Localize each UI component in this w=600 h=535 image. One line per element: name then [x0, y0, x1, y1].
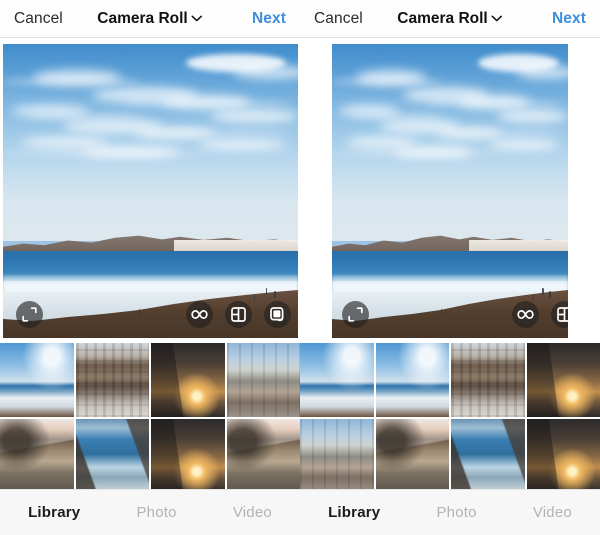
- photo-person: [532, 293, 535, 301]
- instagram-picker-comparison: Cancel Camera Roll Next Library Photo Video Ca…: [0, 0, 600, 535]
- cloud-shape: [209, 108, 298, 123]
- thumbnail-sunset[interactable]: [151, 343, 225, 417]
- expand-icon[interactable]: [16, 301, 43, 328]
- cloud-streak: [144, 130, 293, 134]
- cloud-streak: [332, 79, 441, 84]
- tab-photo[interactable]: Photo: [136, 504, 176, 521]
- cloud-shape: [497, 108, 568, 123]
- thumbnail-house[interactable]: [226, 418, 300, 492]
- thumbnail-beach[interactable]: [375, 343, 449, 417]
- thumbnail-image: [526, 418, 600, 492]
- thumbnail-image: [451, 343, 525, 417]
- hero-preview-area: [300, 38, 600, 338]
- photo-sky: [332, 44, 568, 241]
- thumbnail-sunset[interactable]: [526, 418, 600, 492]
- chevron-down-icon: [491, 15, 503, 22]
- thumbnail-image: [0, 418, 74, 492]
- next-button[interactable]: Next: [252, 10, 286, 28]
- cloud-streak: [445, 130, 564, 134]
- thumbnail-sunset[interactable]: [151, 418, 225, 492]
- photo-person: [265, 288, 268, 296]
- thumbnail-image: [151, 343, 225, 417]
- thumbnail-house[interactable]: [375, 418, 449, 492]
- cloud-streak: [26, 114, 145, 119]
- thumbnail-building[interactable]: [75, 343, 149, 417]
- hero-preview-area: [0, 38, 300, 338]
- source-tabbar: Library Photo Video: [0, 489, 300, 535]
- thumbnail-image: [451, 418, 525, 492]
- thumbnail-image: [526, 343, 600, 417]
- thumbnail-grid: [300, 338, 600, 492]
- cancel-button[interactable]: Cancel: [14, 10, 63, 28]
- next-button[interactable]: Next: [552, 10, 586, 28]
- photo-person: [549, 290, 551, 298]
- expand-icon[interactable]: [342, 301, 369, 328]
- thumbnail-image: [300, 343, 374, 417]
- layout-grid-icon[interactable]: [225, 301, 252, 328]
- photo-person: [274, 290, 276, 298]
- thumbnail-beach[interactable]: [300, 343, 374, 417]
- album-selector[interactable]: Camera Roll: [397, 9, 503, 28]
- cloud-streak: [350, 114, 446, 119]
- cloud-streak: [426, 101, 564, 106]
- cloud-streak: [3, 152, 210, 156]
- selected-photo[interactable]: [332, 44, 568, 338]
- cloud-streak: [3, 79, 139, 84]
- navbar: Cancel Camera Roll Next: [300, 0, 600, 38]
- photo-person: [542, 288, 544, 296]
- tab-video[interactable]: Video: [233, 504, 272, 521]
- cloud-streak: [121, 101, 293, 106]
- multi-select-icon[interactable]: [264, 301, 291, 328]
- thumbnail-image: [300, 418, 374, 492]
- album-title-label: Camera Roll: [97, 9, 188, 27]
- cancel-button[interactable]: Cancel: [314, 10, 363, 28]
- thumbnail-coast[interactable]: [451, 418, 525, 492]
- navbar: Cancel Camera Roll Next: [0, 0, 300, 38]
- chevron-down-icon: [191, 15, 203, 22]
- thumbnail-image: [375, 418, 449, 492]
- thumbnail-image: [226, 343, 300, 417]
- thumbnail-image: [226, 418, 300, 492]
- source-tabbar: Library Photo Video: [300, 489, 600, 535]
- cloud-streak: [332, 152, 498, 156]
- cloud-shape: [487, 138, 559, 151]
- tab-library[interactable]: Library: [28, 504, 80, 521]
- tab-library[interactable]: Library: [328, 504, 380, 521]
- thumbnail-building[interactable]: [451, 343, 525, 417]
- selected-photo[interactable]: [3, 44, 298, 338]
- thumbnail-house[interactable]: [0, 418, 74, 492]
- tab-photo[interactable]: Photo: [436, 504, 476, 521]
- photo-person: [440, 308, 443, 316]
- thumbnail-street[interactable]: [300, 418, 374, 492]
- tab-video[interactable]: Video: [533, 504, 572, 521]
- thumbnail-grid: [0, 338, 300, 492]
- picker-panel-left: Cancel Camera Roll Next Library Photo Video: [0, 0, 300, 535]
- thumbnail-coast[interactable]: [75, 418, 149, 492]
- album-selector[interactable]: Camera Roll: [97, 9, 203, 28]
- cloud-shape: [233, 65, 298, 80]
- thumbnail-image: [0, 343, 74, 417]
- boomerang-infinity-icon[interactable]: [186, 301, 213, 328]
- cloud-shape: [197, 138, 287, 151]
- picker-panel-right: Cancel Camera Roll Next Library Photo Video: [300, 0, 600, 535]
- album-title-label: Camera Roll: [397, 9, 488, 27]
- boomerang-infinity-icon[interactable]: [512, 301, 539, 328]
- thumbnail-image: [75, 343, 149, 417]
- photo-sky: [3, 44, 298, 241]
- thumbnail-street[interactable]: [226, 343, 300, 417]
- thumbnail-beach[interactable]: [0, 343, 74, 417]
- thumbnail-image: [151, 418, 225, 492]
- thumbnail-sunset[interactable]: [526, 343, 600, 417]
- cloud-shape: [516, 65, 568, 80]
- thumbnail-image: [75, 418, 149, 492]
- thumbnail-image: [375, 343, 449, 417]
